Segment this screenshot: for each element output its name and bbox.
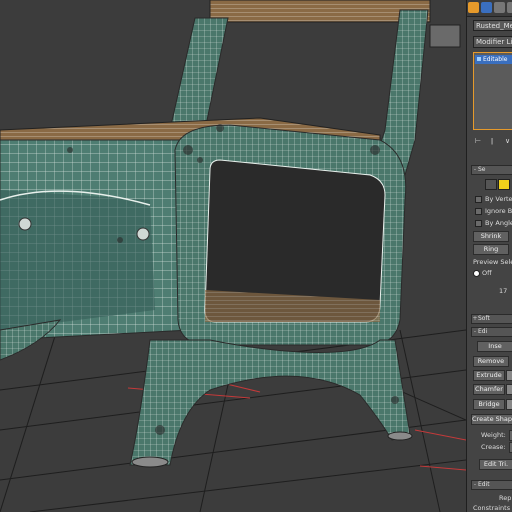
remove-button[interactable]: Remove <box>473 356 509 367</box>
by-vertex-checkbox[interactable] <box>475 196 482 203</box>
show-end-result-icon[interactable]: ǀ <box>491 137 498 146</box>
ignore-backfacing-label: Ignore B <box>485 207 512 215</box>
constraints-label: Constraints <box>473 504 511 512</box>
weight-label: Weight: <box>481 431 506 439</box>
hierarchy-tab-icon[interactable] <box>494 2 505 13</box>
left-inner-panel <box>0 190 155 330</box>
edit-triangulation-button[interactable]: Edit Tri. <box>479 459 512 470</box>
chamfer-settings-icon[interactable] <box>506 384 512 395</box>
preview-selection-label: Preview Sele <box>473 258 512 266</box>
modifier-stack[interactable]: Editable <box>473 52 512 130</box>
command-panel: Rusted_Meta Modifier List Editable ⊢ ǀ ∨… <box>466 0 512 512</box>
viewport-canvas <box>0 0 466 512</box>
stack-item-label: Editable <box>483 56 508 63</box>
light-bulb-icon[interactable] <box>477 57 481 61</box>
selection-count-label: 17 <box>499 287 508 295</box>
chamfer-button[interactable]: Chamfer <box>473 384 505 395</box>
edit-geometry-rollout-header[interactable]: - Edit <box>471 480 512 490</box>
stack-item-editable[interactable]: Editable <box>475 55 512 64</box>
extrude-button[interactable]: Extrude <box>473 370 505 381</box>
create-tab-icon[interactable] <box>468 2 479 13</box>
insert-vertex-button[interactable]: Inse <box>477 341 512 352</box>
object-name-field[interactable]: Rusted_Meta <box>473 20 512 31</box>
make-unique-icon[interactable]: ∨ <box>505 137 512 146</box>
bridge-button[interactable]: Bridge <box>473 399 505 410</box>
vertex-select-icon[interactable] <box>485 179 497 190</box>
by-angle-checkbox[interactable] <box>475 220 482 227</box>
preview-off-radio[interactable] <box>473 270 480 277</box>
backrest-wood <box>209 0 431 23</box>
preview-off-label: Off <box>482 269 492 277</box>
shrink-button[interactable]: Shrink <box>473 231 509 242</box>
ignore-backfacing-checkbox[interactable] <box>475 208 482 215</box>
edit-edges-rollout-header[interactable]: - Edi <box>471 327 512 337</box>
create-shape-button[interactable]: Create Shap <box>471 414 512 425</box>
by-vertex-label: By Verte <box>485 195 512 203</box>
bolt-left <box>136 227 150 241</box>
edge-select-icon[interactable] <box>498 179 510 190</box>
command-panel-tabs <box>467 0 512 17</box>
soft-selection-rollout-header[interactable]: +Soft <box>471 314 512 324</box>
bridge-settings-icon[interactable] <box>506 399 512 410</box>
viewport[interactable] <box>0 0 466 512</box>
gizmo-object <box>429 24 461 48</box>
modify-tab-icon[interactable] <box>481 2 492 13</box>
pin-stack-icon[interactable]: ⊢ <box>475 137 482 146</box>
stack-toolbar: ⊢ ǀ ∨ <box>473 134 512 150</box>
selection-rollout-header[interactable]: - Se <box>471 165 512 175</box>
by-angle-label: By Angle <box>485 219 512 227</box>
bolt-left-2 <box>18 217 32 231</box>
extrude-settings-icon[interactable] <box>506 370 512 381</box>
motion-tab-icon[interactable] <box>507 2 512 13</box>
crease-label: Crease: <box>481 443 506 451</box>
ring-button[interactable]: Ring <box>473 244 509 255</box>
modifier-list-dropdown[interactable]: Modifier List <box>473 36 512 48</box>
repeat-last-label: Rep <box>499 494 512 502</box>
